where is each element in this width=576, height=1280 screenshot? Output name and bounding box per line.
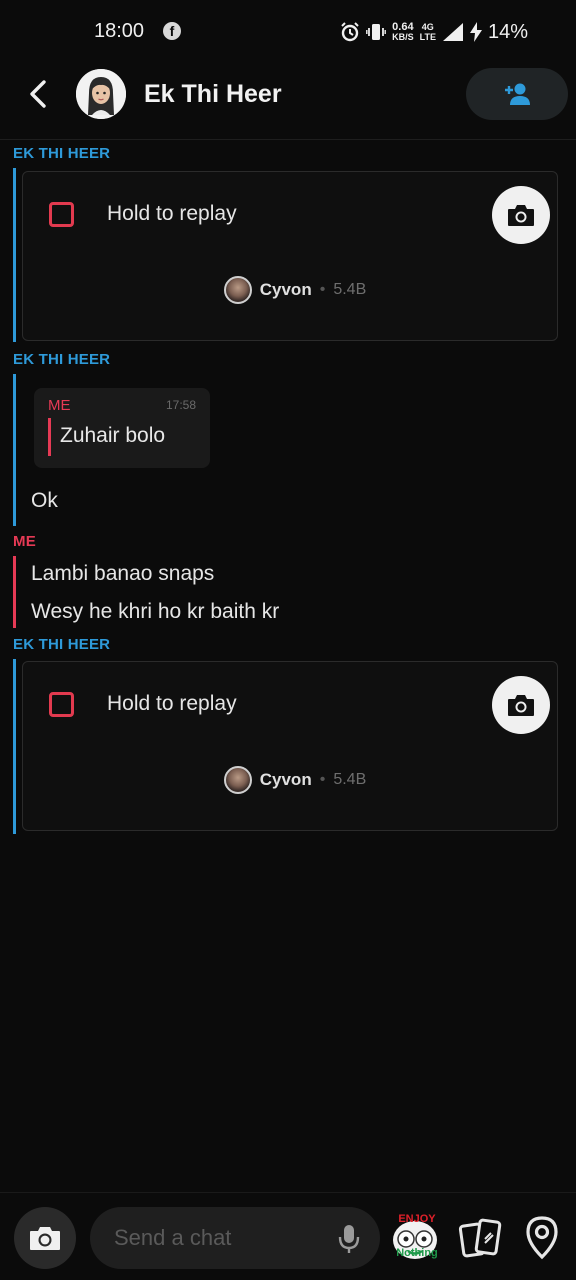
camera-button[interactable] [14,1207,76,1269]
lens-separator: • [319,771,326,788]
message-bar [13,374,16,526]
lens-separator: • [319,281,326,298]
chat-header: Ek Thi Heer [0,62,576,140]
chat-title[interactable]: Ek Thi Heer [144,80,282,109]
message-bar [13,556,16,628]
lens-name: Cyvon [259,770,312,789]
net-type: 4G LTE [420,22,436,42]
chevron-left-icon [30,80,46,108]
add-friend-button[interactable] [466,68,568,120]
back-button[interactable] [22,76,54,112]
status-time: 18:00 [94,20,145,42]
net-speed: 0.64 KB/S [392,21,414,43]
composer-bar: ENJOY Nothing [0,1192,576,1280]
snap-opened-icon [49,202,74,227]
battery-level: 14% [487,20,528,43]
sticker-button[interactable] [388,1211,442,1265]
lens-count: 5.4B [333,281,367,298]
lens-name: Cyvon [259,280,312,299]
net-type-bottom: LTE [419,32,436,42]
microphone-icon [338,1225,360,1253]
signal-icon [442,23,463,41]
location-button[interactable] [520,1215,564,1261]
net-type-top: 4G [421,22,434,32]
facebook-icon: f [163,22,181,40]
camera-icon [508,695,534,716]
snap-camera-button[interactable] [492,676,550,734]
status-icons: 0.64 KB/S 4G LTE 14% [340,18,528,46]
lens-thumbnail [223,276,252,304]
quoted-time: 17:58 [165,398,196,412]
status-bar: 18:00 f 0.64 KB/S 4G LTE 14% [0,0,576,62]
quoted-sender: ME [48,397,71,414]
camera-icon [508,205,534,226]
sender-name: ME [13,533,36,550]
quote-bar [48,418,51,456]
net-speed-unit: KB/S [392,32,414,42]
lens-thumbnail [223,766,252,794]
location-pin-icon [526,1216,558,1260]
alarm-icon [341,22,359,42]
snap-opened-icon [49,692,74,717]
lens-info[interactable]: Cyvon • 5.4B [23,276,557,304]
sender-name: EK THI HEER [13,145,111,162]
message-text[interactable]: Lambi banao snaps [31,562,214,586]
snap-camera-button[interactable] [492,186,550,244]
snap-card[interactable]: Hold to replay Cyvon • 5.4B [22,171,558,341]
vibrate-icon [366,24,387,40]
message-bar [13,168,16,342]
message-bar [13,659,16,834]
add-friend-icon [505,83,530,105]
snap-label: Hold to replay [107,202,237,225]
lens-info[interactable]: Cyvon • 5.4B [23,766,557,794]
microphone-button[interactable] [336,1223,362,1255]
charging-icon [469,22,482,42]
quoted-message[interactable]: ME 17:58 Zuhair bolo [34,388,210,468]
cards-icon [458,1218,502,1258]
bitmoji-avatar-icon [76,69,126,119]
message-text[interactable]: Ok [31,489,58,513]
snap-card[interactable]: Hold to replay Cyvon • 5.4B [22,661,558,831]
sender-name: EK THI HEER [13,636,111,653]
message-text[interactable]: Wesy he khri ho kr baith kr [31,600,279,624]
sender-name: EK THI HEER [13,351,111,368]
net-speed-value: 0.64 [392,21,414,33]
snap-label: Hold to replay [107,692,237,715]
lens-count: 5.4B [333,771,367,788]
sticker-icon [393,1221,437,1259]
quoted-text: Zuhair bolo [60,424,166,447]
cards-button[interactable] [458,1217,504,1261]
camera-icon [30,1227,60,1250]
avatar[interactable] [76,69,126,119]
